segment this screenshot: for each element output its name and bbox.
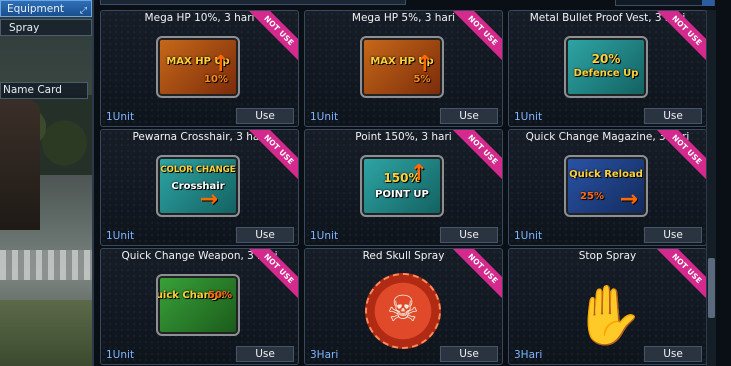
icon-label: 5%: [413, 74, 431, 85]
icon-label: 50%: [208, 290, 232, 301]
scrollbar[interactable]: [706, 10, 716, 366]
red-skull-spray-icon: ☠: [365, 273, 441, 349]
stop-hand-spray-icon: ✋: [572, 281, 645, 349]
item-card[interactable]: Mega HP 10%, 3 hari MAX HP Up 10% ↑ NOT …: [100, 10, 299, 127]
item-quantity: 1Unit: [514, 111, 543, 123]
arrow-up-icon: ↑: [409, 161, 428, 186]
side-item-spray[interactable]: Spray: [0, 19, 92, 36]
item-quantity: 1Unit: [106, 230, 135, 242]
item-quantity: 3Hari: [514, 349, 543, 361]
icon-label: 20%: [591, 52, 621, 66]
arrow-up-icon: ↑: [211, 52, 230, 77]
use-button[interactable]: Use: [236, 346, 294, 362]
panel-header-bar: [100, 0, 406, 5]
icon-label: 150%: [383, 171, 421, 185]
defence-up-icon: 20% Defence Up: [564, 36, 648, 98]
side-item-name-card[interactable]: Name Card: [0, 82, 88, 99]
use-button[interactable]: Use: [440, 108, 498, 124]
icon-label: 10%: [204, 74, 228, 85]
icon-label: Quick Reload: [569, 169, 643, 180]
side-item-label: Equipment: [7, 3, 64, 15]
color-change-crosshair-icon: COLOR CHANGE Crosshair →: [156, 155, 240, 217]
game-world-background: [0, 0, 92, 366]
item-card[interactable]: Point 150%, 3 hari 150% POINT UP ↑ NOT U…: [304, 129, 503, 246]
max-hp-up-icon: MAX HP Up 10% ↑: [156, 36, 240, 98]
expand-icon[interactable]: ⤢: [80, 3, 87, 16]
item-card[interactable]: Quick Change Magazine, 3 hari Quick Relo…: [508, 129, 707, 246]
icon-label: COLOR CHANGE: [160, 165, 236, 175]
use-button[interactable]: Use: [236, 227, 294, 243]
icon-label: Crosshair: [171, 181, 225, 192]
point-up-icon: 150% POINT UP ↑: [360, 155, 444, 217]
chevron-down-icon[interactable]: [702, 0, 714, 6]
quick-reload-icon: Quick Reload 25% →: [564, 155, 648, 217]
scrollbar-thumb[interactable]: [708, 258, 715, 318]
item-quantity: 1Unit: [310, 111, 339, 123]
item-card[interactable]: Stop Spray ✋ NOT USE 3Hari Use: [508, 248, 707, 365]
quick-change-icon: Quick Change 50%: [156, 274, 240, 336]
item-quantity: 1Unit: [310, 230, 339, 242]
max-hp-up-icon: MAX HP Up 5% ↑: [360, 36, 444, 98]
player-character: [0, 100, 40, 230]
use-button[interactable]: Use: [644, 346, 702, 362]
side-item-equipment[interactable]: Equipment ⤢: [0, 0, 92, 17]
item-card[interactable]: Quick Change Weapon, 3 hari Quick Change…: [100, 248, 299, 365]
use-button[interactable]: Use: [440, 346, 498, 362]
item-quantity: 1Unit: [106, 349, 135, 361]
item-card[interactable]: Pewarna Crosshair, 3 hari COLOR CHANGE C…: [100, 129, 299, 246]
use-button[interactable]: Use: [440, 227, 498, 243]
item-quantity: 1Unit: [514, 230, 543, 242]
side-menu: Equipment ⤢ Spray: [0, 0, 92, 36]
use-button[interactable]: Use: [644, 108, 702, 124]
arrow-right-icon: →: [199, 187, 218, 212]
use-button[interactable]: Use: [644, 227, 702, 243]
icon-label: POINT UP: [375, 189, 429, 200]
item-card[interactable]: Metal Bullet Proof Vest, 3 hari 20% Defe…: [508, 10, 707, 127]
inventory-panel: Mega HP 10%, 3 hari MAX HP Up 10% ↑ NOT …: [92, 0, 731, 366]
use-button[interactable]: Use: [236, 108, 294, 124]
arrow-up-icon: ↑: [415, 52, 434, 77]
ground: [0, 300, 92, 366]
sort-dropdown[interactable]: [615, 0, 715, 6]
icon-label: Defence Up: [573, 68, 639, 79]
item-card[interactable]: Mega HP 5%, 3 hari MAX HP Up 5% ↑ NOT US…: [304, 10, 503, 127]
item-quantity: 3Hari: [310, 349, 339, 361]
item-card[interactable]: Red Skull Spray ☠ NOT USE 3Hari Use: [304, 248, 503, 365]
arrow-right-icon: →: [619, 187, 638, 212]
railing: [0, 250, 92, 280]
item-quantity: 1Unit: [106, 111, 135, 123]
side-item-label: Name Card: [3, 84, 62, 96]
side-item-label: Spray: [9, 22, 40, 34]
